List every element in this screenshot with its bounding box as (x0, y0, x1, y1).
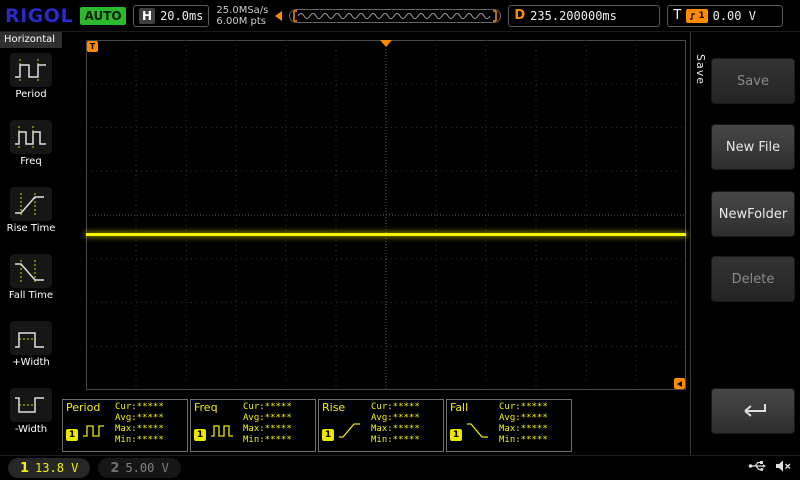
freq-icon (10, 120, 52, 154)
sample-rate: 25.0MSa/s (216, 5, 268, 16)
measurement-name: Period (66, 402, 112, 414)
measurement-fall[interactable]: Fall 1 Cur:***** Avg:***** Max:***** Min… (446, 399, 572, 452)
acquisition-info: 25.0MSa/s 6.00M pts (216, 5, 268, 27)
rise-icon (337, 419, 363, 441)
freq-icon (209, 419, 235, 441)
measurement-stats: Cur:***** Avg:***** Max:***** Min:***** (371, 402, 440, 449)
sidebar-item-label: Rise Time (0, 223, 62, 234)
channel2-number: 2 (110, 461, 119, 476)
sidebar-item-plus-width[interactable]: +Width (0, 316, 62, 383)
measurement-freq[interactable]: Freq 1 Cur:***** Avg:***** Max:***** Min… (190, 399, 316, 452)
trigger-source: 1 (698, 11, 704, 21)
softkey-menu: Save Save New File NewFolder Delete (690, 32, 800, 455)
horizontal-label: H (139, 8, 155, 24)
measurement-name: Freq (194, 402, 240, 414)
memory-waveform-bar (289, 9, 501, 23)
trigger-level: 0.00 V (713, 9, 756, 23)
timebase-value: 20.0ms (160, 9, 203, 23)
sidebar-title: Horizontal (0, 32, 62, 48)
measurement-stats: Cur:***** Avg:***** Max:***** Min:***** (243, 402, 312, 449)
rise-time-icon (10, 187, 52, 221)
channel1-number: 1 (20, 461, 29, 476)
delay-value: 235.200000ms (530, 9, 617, 23)
sidebar-item-period[interactable]: Period (0, 48, 62, 115)
rising-edge-icon (689, 11, 697, 21)
channel1-trace (86, 233, 686, 236)
period-icon (81, 419, 107, 441)
horizontal-timebase-box: H 20.0ms (133, 5, 209, 27)
plus-width-icon (10, 321, 52, 355)
delay-label: D (514, 8, 525, 23)
sidebar-item-label: +Width (0, 357, 62, 368)
sidebar-item-label: Period (0, 89, 62, 100)
channel-status-bar: 1 13.8 V 2 5.00 V (0, 455, 800, 480)
memory-depth: 6.00M pts (216, 16, 268, 27)
memory-waveform-icon (290, 10, 500, 22)
trigger-label: T (673, 8, 681, 23)
sidebar-item-fall-time[interactable]: Fall Time (0, 249, 62, 316)
system-status-icons (748, 459, 792, 473)
delay-box: D 235.200000ms (508, 5, 660, 27)
measure-item-sidebar: Horizontal Period Freq (0, 32, 62, 455)
save-button[interactable]: Save (711, 58, 795, 104)
menu-tab-label: Save (694, 54, 707, 85)
channel2-scale: 5.00 V (125, 461, 168, 475)
memory-window-pointer-icon (275, 11, 282, 21)
channel-badge: 1 (450, 429, 462, 441)
delete-button[interactable]: Delete (711, 256, 795, 302)
run-state-badge: AUTO (80, 7, 126, 25)
channel1-status[interactable]: 1 13.8 V (8, 458, 90, 478)
trigger-box: T 1 0.00 V (667, 5, 783, 27)
period-icon (10, 53, 52, 87)
oscilloscope-screen: RIGOL AUTO H 20.0ms 25.0MSa/s 6.00M pts … (0, 0, 800, 480)
speaker-muted-icon (775, 459, 792, 473)
measurement-stats: Cur:***** Avg:***** Max:***** Min:***** (499, 402, 568, 449)
measurement-panel: Period 1 Cur:***** Avg:***** Max:***** M… (62, 399, 572, 452)
sidebar-item-freq[interactable]: Freq (0, 115, 62, 182)
channel-badge: 1 (66, 429, 78, 441)
sidebar-item-rise-time[interactable]: Rise Time (0, 182, 62, 249)
sidebar-item-label: Freq (0, 156, 62, 167)
trigger-level-marker-icon (674, 378, 685, 389)
measurement-period[interactable]: Period 1 Cur:***** Avg:***** Max:***** M… (62, 399, 188, 452)
usb-icon (748, 459, 766, 473)
minus-width-icon (10, 388, 52, 422)
sidebar-item-minus-width[interactable]: -Width (0, 383, 62, 450)
new-file-button[interactable]: New File (711, 124, 795, 170)
measurement-name: Fall (450, 402, 496, 414)
rigol-logo: RIGOL (5, 5, 73, 27)
measurement-name: Rise (322, 402, 368, 414)
measurement-rise[interactable]: Rise 1 Cur:***** Avg:***** Max:***** Min… (318, 399, 444, 452)
horizontal-reference-marker-icon: T (87, 41, 98, 52)
enter-icon (735, 401, 771, 421)
waveform-display: T (86, 40, 686, 390)
sidebar-item-label: Fall Time (0, 290, 62, 301)
fall-time-icon (10, 254, 52, 288)
channel1-scale: 13.8 V (35, 461, 78, 475)
trigger-source-badge: 1 (686, 9, 707, 23)
top-status-bar: RIGOL AUTO H 20.0ms 25.0MSa/s 6.00M pts … (0, 0, 800, 32)
new-folder-button[interactable]: NewFolder (711, 191, 795, 237)
fall-icon (465, 419, 491, 441)
trigger-position-marker-icon (380, 40, 392, 47)
graticule (86, 40, 686, 390)
channel-badge: 1 (322, 429, 334, 441)
sidebar-item-label: -Width (0, 424, 62, 435)
back-button[interactable] (711, 388, 795, 434)
measurement-stats: Cur:***** Avg:***** Max:***** Min:***** (115, 402, 184, 449)
channel2-status[interactable]: 2 5.00 V (98, 458, 180, 478)
channel-badge: 1 (194, 429, 206, 441)
